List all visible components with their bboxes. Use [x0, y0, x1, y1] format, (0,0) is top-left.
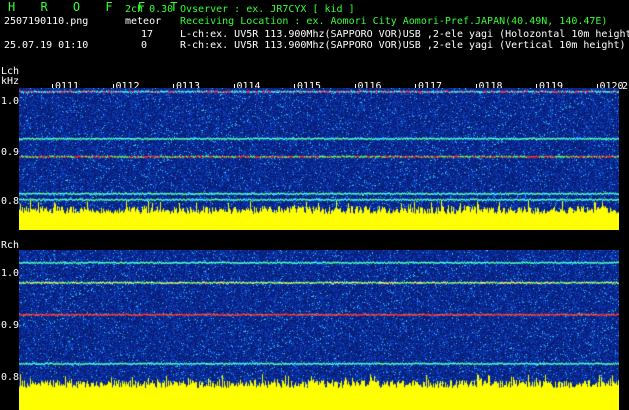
rch-spectrogram — [19, 250, 619, 410]
meteor-count-rch: 0 — [141, 40, 148, 51]
meteor-count-lch: 17 — [141, 29, 154, 40]
datetime-label: 25.07.19 01:10 — [4, 40, 89, 51]
lch-ytick-0-9: 0.9 — [1, 147, 20, 158]
lch-ytick-1-0: 1.0 — [1, 96, 20, 107]
rch-config-line: R-ch:ex. UV5R 113.900Mhz(SAPPORO VOR)USB… — [180, 40, 626, 51]
observer-line: Ovserver : ex. JR7CYX [ kid ] — [180, 4, 355, 15]
filename-label: 2507190110.png — [4, 16, 89, 27]
lch-unit-label: kHz — [1, 76, 20, 87]
lch-spectrogram — [19, 88, 619, 230]
rch-ytick-0-8: 0.8 — [1, 372, 20, 383]
rch-ytick-0-9: 0.9 — [1, 320, 20, 331]
rch-ytick-1-0: 1.0 — [1, 268, 20, 279]
location-line: Receiving Location : ex. Aomori City Aom… — [180, 16, 608, 27]
rch-label: Rch — [1, 240, 20, 251]
mode-label: meteor — [125, 16, 162, 27]
time-axis-edge-label: 2 — [622, 81, 629, 92]
lch-config-line: L-ch:ex. UV5R 113.900Mhz(SAPPORO VOR)USB… — [180, 29, 629, 40]
version-label: 2ch 0.30 — [125, 4, 174, 15]
lch-ytick-0-8: 0.8 — [1, 196, 20, 207]
